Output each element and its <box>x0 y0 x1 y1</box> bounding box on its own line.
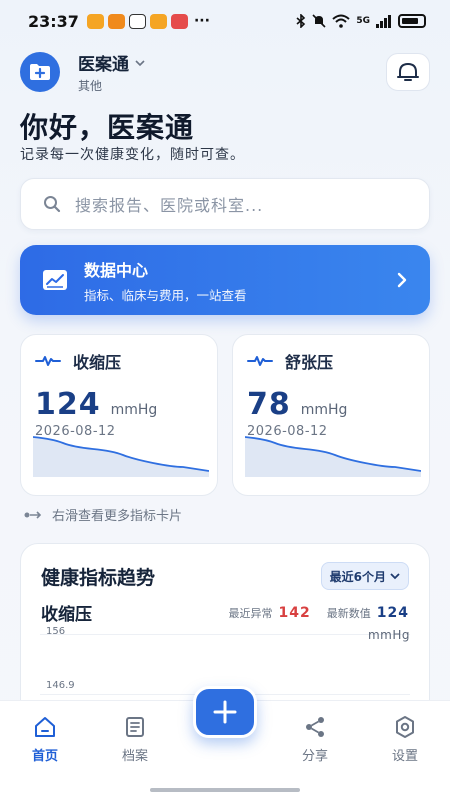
sparkline <box>245 436 421 477</box>
add-button[interactable] <box>193 686 257 738</box>
swipe-hint-text: 右滑查看更多指标卡片 <box>52 509 183 524</box>
chart-icon <box>43 270 67 290</box>
tab-records[interactable]: 档案 <box>105 715 165 764</box>
greeting-subtitle: 记录每一次健康变化，随时可查。 <box>20 147 245 163</box>
swipe-arrow-icon <box>24 510 42 519</box>
more-notifications: ··· <box>193 13 210 29</box>
data-center-banner[interactable]: 数据中心 指标、临床与费用，一站查看 <box>20 245 430 315</box>
folder-plus-icon <box>30 64 50 80</box>
sparkline <box>33 436 209 477</box>
tab-home[interactable]: 首页 <box>15 715 75 764</box>
notification-app-icon <box>128 13 146 29</box>
search-icon <box>44 196 61 213</box>
range-select-value: 最近6个月 <box>329 569 386 584</box>
share-icon <box>306 717 324 737</box>
notification-icons <box>86 13 188 29</box>
battery-icon <box>398 14 426 28</box>
search-bar[interactable]: 搜索报告、医院或科室... <box>20 178 430 230</box>
plus-icon <box>213 700 237 724</box>
card-value: 78 <box>247 387 291 422</box>
search-placeholder: 搜索报告、医院或科室... <box>75 196 264 215</box>
metric-name: 收缩压 <box>41 605 92 625</box>
systolic-card[interactable]: 收缩压 124 mmHg 2026-08-12 <box>20 334 218 496</box>
tab-settings[interactable]: 设置 <box>375 715 435 764</box>
mute-icon <box>312 14 326 28</box>
notification-app-icon <box>86 13 104 29</box>
trend-title: 健康指标趋势 <box>41 566 156 589</box>
network-type: 5G <box>356 16 370 26</box>
app-logo <box>20 52 60 92</box>
settings-icon <box>396 716 414 738</box>
pulse-icon <box>35 356 61 366</box>
y-tick: 146.9 <box>46 680 75 691</box>
notification-button[interactable] <box>386 53 430 91</box>
chevron-down-icon <box>390 573 400 580</box>
tab-label: 分享 <box>301 749 328 764</box>
notification-app-icon <box>107 13 125 29</box>
tab-share[interactable]: 分享 <box>285 715 345 764</box>
card-unit: mmHg <box>300 402 348 418</box>
system-icons: 5G <box>296 14 426 28</box>
card-value: 124 <box>35 387 101 422</box>
range-select[interactable]: 最近6个月 <box>320 562 409 590</box>
chevron-down-icon <box>135 59 145 66</box>
bell-icon <box>397 63 419 81</box>
data-center-subtitle: 指标、临床与费用，一站查看 <box>84 287 247 303</box>
greeting-title: 你好，医案通 <box>20 111 195 144</box>
tab-label: 设置 <box>391 749 418 764</box>
notification-app-icon <box>149 13 167 29</box>
chevron-right-icon <box>397 272 407 288</box>
recent-abnormal-label: 最近异常 <box>228 606 273 620</box>
chart-unit: mmHg <box>367 628 410 642</box>
card-title: 收缩压 <box>73 353 122 372</box>
y-tick: 156 <box>46 626 66 637</box>
profile-sub-label: 其他 <box>78 79 103 93</box>
diastolic-card[interactable]: 舒张压 78 mmHg 2026-08-12 <box>232 334 430 496</box>
gridline <box>40 634 410 635</box>
latest-value: 124 <box>376 604 409 621</box>
home-icon <box>35 717 55 737</box>
tab-label: 档案 <box>121 749 148 764</box>
records-icon <box>126 717 144 737</box>
header: 医案通 其他 <box>20 50 430 94</box>
signal-icon <box>376 15 391 28</box>
latest-label: 最新数值 <box>326 606 371 620</box>
data-center-title: 数据中心 <box>84 260 149 280</box>
home-indicator[interactable] <box>150 788 300 792</box>
profile-switcher[interactable]: 医案通 其他 <box>78 50 145 94</box>
app-name: 医案通 <box>78 55 129 75</box>
bluetooth-icon <box>296 14 306 28</box>
status-time: 23:37 <box>28 11 79 31</box>
status-bar: 23:37 ··· 5G <box>0 0 450 42</box>
pulse-icon <box>247 356 273 366</box>
tab-label: 首页 <box>31 749 58 764</box>
card-unit: mmHg <box>110 402 158 418</box>
card-title: 舒张压 <box>285 353 334 372</box>
swipe-hint: 右滑查看更多指标卡片 <box>24 505 182 524</box>
recent-abnormal-value: 142 <box>278 604 311 621</box>
wifi-icon <box>332 14 351 28</box>
notification-app-icon <box>170 13 188 29</box>
